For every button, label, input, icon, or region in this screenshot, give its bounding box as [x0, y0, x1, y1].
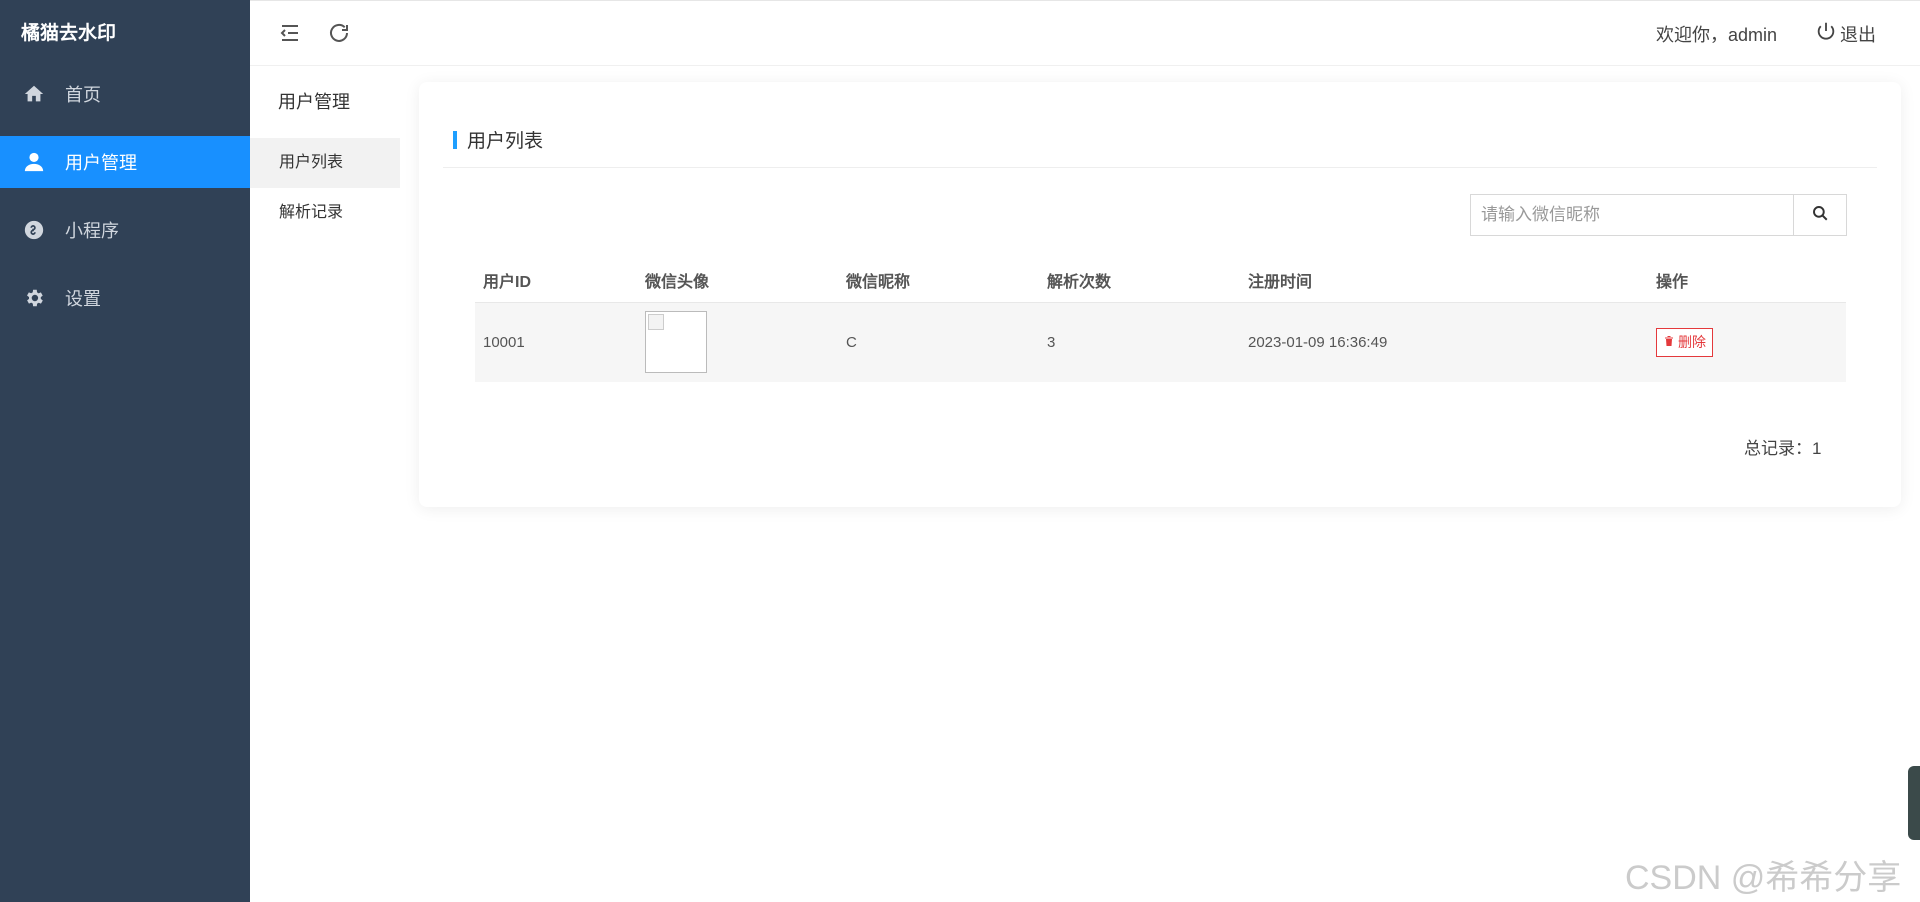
column-header: 微信昵称 — [838, 258, 1039, 303]
cell-actions: 删除 — [1648, 302, 1846, 382]
gear-icon — [22, 286, 46, 310]
cell-avatar — [637, 302, 838, 382]
sidebar-item-settings[interactable]: 设置 — [0, 272, 250, 324]
top-header: 欢迎你，admin 退出 — [250, 0, 1920, 66]
miniprogram-icon — [22, 218, 46, 242]
column-header: 微信头像 — [637, 258, 838, 303]
watermark: CSDN @希希分享 — [1625, 859, 1902, 897]
card-title-text: 用户列表 — [467, 131, 544, 152]
sidebar-item-label: 设置 — [65, 289, 101, 309]
column-header: 解析次数 — [1039, 258, 1240, 303]
cell-parse-count: 3 — [1039, 302, 1240, 382]
delete-button[interactable]: 删除 — [1656, 327, 1713, 357]
user-list-card: 用户列表 用户ID 微信头像 微信昵称 解析次数 注册时间 操作 10001 — [419, 82, 1901, 507]
cell-user-id: 10001 — [475, 302, 637, 382]
sidebar-item-label: 用户管理 — [65, 153, 137, 173]
sidebar-item-label: 小程序 — [65, 221, 119, 241]
cell-nickname: C — [838, 302, 1039, 382]
broken-image-icon — [648, 314, 664, 331]
search-button[interactable] — [1793, 194, 1847, 236]
user-table: 用户ID 微信头像 微信昵称 解析次数 注册时间 操作 10001 C 3 20… — [475, 258, 1846, 382]
submenu-item-user-list[interactable]: 用户列表 — [250, 138, 400, 188]
refresh-icon[interactable] — [327, 21, 351, 45]
cell-registered-time: 2023-01-09 16:36:49 — [1240, 302, 1648, 382]
submenu-title: 用户管理 — [278, 92, 350, 112]
table-row: 10001 C 3 2023-01-09 16:36:49 删除 — [475, 302, 1846, 382]
column-header: 用户ID — [475, 258, 637, 303]
welcome-text: 欢迎你，admin — [1656, 25, 1778, 45]
search-icon — [1811, 204, 1829, 227]
app-logo-title: 橘猫去水印 — [21, 23, 117, 44]
column-header: 操作 — [1648, 258, 1846, 303]
table-header-row: 用户ID 微信头像 微信昵称 解析次数 注册时间 操作 — [475, 258, 1846, 303]
total-records: 总记录：1 — [1744, 439, 1822, 458]
card-title: 用户列表 — [453, 126, 543, 153]
logout-button[interactable]: 退出 — [1815, 20, 1876, 47]
power-icon — [1815, 20, 1840, 47]
logout-label: 退出 — [1840, 24, 1876, 45]
sidebar-item-miniprogram[interactable]: 小程序 — [0, 204, 250, 256]
home-icon — [22, 82, 46, 106]
user-icon — [22, 150, 46, 174]
sidebar-item-home[interactable]: 首页 — [0, 68, 250, 120]
submenu-item-parse-records[interactable]: 解析记录 — [250, 188, 400, 238]
sidebar-item-label: 首页 — [65, 85, 101, 105]
sidebar-item-user-management[interactable]: 用户管理 — [0, 136, 250, 188]
title-accent-bar — [453, 130, 457, 149]
submenu: 用户管理 用户列表 解析记录 — [250, 66, 400, 902]
collapse-menu-icon[interactable] — [278, 21, 302, 45]
avatar — [645, 311, 707, 374]
floating-side-widget[interactable] — [1908, 766, 1920, 840]
column-header: 注册时间 — [1240, 258, 1648, 303]
sidebar: 橘猫去水印 首页 用户管理 小程序 设置 — [0, 0, 250, 902]
divider — [443, 167, 1877, 168]
delete-label: 删除 — [1678, 334, 1706, 351]
search-input[interactable] — [1470, 194, 1794, 236]
trash-icon — [1663, 334, 1678, 350]
